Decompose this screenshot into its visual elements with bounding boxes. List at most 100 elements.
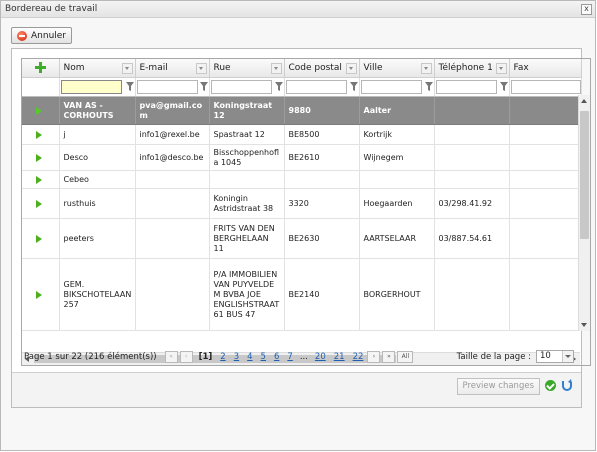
- page-link[interactable]: 22: [353, 352, 364, 362]
- dropdown-icon[interactable]: [345, 63, 357, 74]
- chevron-down-icon[interactable]: [562, 351, 573, 362]
- filter-input-fax[interactable]: [510, 80, 581, 94]
- table-row[interactable]: j info1@rexel.be Spastraat 12 BE8500 Kor…: [22, 124, 582, 145]
- row-action[interactable]: [22, 258, 60, 331]
- play-icon[interactable]: [36, 199, 42, 208]
- col-header-code-postal[interactable]: Code postal: [284, 59, 360, 78]
- filter-input-email[interactable]: [136, 80, 198, 94]
- filter-icon[interactable]: [274, 82, 283, 91]
- cell-email: info1@rexel.be: [135, 124, 210, 145]
- close-button[interactable]: x: [581, 3, 592, 15]
- next-page-button[interactable]: ›: [367, 351, 381, 363]
- row-action[interactable]: [22, 144, 60, 171]
- table-row[interactable]: rusthuis Koningin Astridstraat 38 3320 H…: [22, 188, 582, 219]
- cell-ville: AARTSELAAR: [359, 218, 435, 259]
- pager-ellipsis: ...: [299, 352, 308, 362]
- filter-input-nom[interactable]: [60, 80, 122, 94]
- dropdown-icon[interactable]: [270, 63, 282, 74]
- cell-rue: Koningin Astridstraat 38: [209, 188, 285, 219]
- add-row-cell: [22, 59, 60, 78]
- table-row[interactable]: GEM. BIKSCHOTELAAN 257 P/A IMMOBILIEN VA…: [22, 258, 582, 331]
- dropdown-icon[interactable]: [420, 63, 432, 74]
- save-check-icon[interactable]: [545, 380, 556, 391]
- undo-icon[interactable]: [561, 379, 573, 391]
- filter-input-telephone[interactable]: [435, 80, 497, 94]
- filter-input-ville[interactable]: [360, 80, 422, 94]
- vertical-scrollbar[interactable]: [578, 95, 590, 331]
- cell-nom: VAN AS - CORHOUTS: [59, 96, 136, 125]
- filter-cell-fax: [509, 77, 582, 97]
- filter-row: [22, 77, 582, 97]
- scroll-up-icon[interactable]: [581, 99, 587, 103]
- dropdown-icon[interactable]: [121, 63, 133, 74]
- table-row[interactable]: Desco info1@desco.be Bisschoppenhofla 10…: [22, 144, 582, 171]
- cell-ville: Aalter: [359, 96, 435, 125]
- prev-page-button[interactable]: ‹: [179, 351, 193, 363]
- table-row[interactable]: peeters FRITS VAN DEN BERGHELAAN 11 BE26…: [22, 218, 582, 259]
- cancel-icon: [17, 30, 27, 41]
- table-row[interactable]: Cebeo: [22, 170, 582, 189]
- row-action[interactable]: [22, 124, 60, 145]
- cell-code-postal: 3320: [284, 188, 360, 219]
- dropdown-icon[interactable]: [495, 63, 507, 74]
- play-icon[interactable]: [36, 153, 42, 162]
- row-action[interactable]: [22, 170, 60, 189]
- filter-icon[interactable]: [349, 82, 358, 91]
- filter-input-rue[interactable]: [210, 80, 272, 94]
- last-page-button[interactable]: »: [382, 351, 396, 363]
- play-icon[interactable]: [36, 130, 42, 139]
- col-label: Fax: [513, 63, 529, 73]
- data-grid: Nom E-mail Rue Code postal Ville Télépho…: [21, 58, 591, 366]
- filter-icon[interactable]: [199, 82, 208, 91]
- col-header-fax[interactable]: Fax: [509, 59, 582, 78]
- cell-code-postal: [284, 170, 360, 189]
- play-icon[interactable]: [36, 234, 42, 243]
- col-label: Téléphone 1: [438, 63, 493, 73]
- col-label: Nom: [63, 63, 85, 73]
- dropdown-icon[interactable]: [195, 63, 207, 74]
- page-link[interactable]: 2: [220, 352, 225, 362]
- page-size: Taille de la page : 10: [457, 350, 574, 363]
- page-link[interactable]: 20: [315, 352, 326, 362]
- play-icon[interactable]: [36, 175, 42, 184]
- page-link[interactable]: 6: [274, 352, 279, 362]
- page-link[interactable]: 21: [334, 352, 345, 362]
- filter-spacer: [22, 77, 60, 97]
- toolbar: Annuler: [11, 27, 73, 44]
- title-bar: Bordereau de travail x: [1, 1, 595, 18]
- col-header-ville[interactable]: Ville: [359, 59, 435, 78]
- row-action[interactable]: [22, 96, 60, 125]
- preview-changes-button[interactable]: Preview changes: [456, 378, 540, 395]
- cell-telephone: [434, 258, 510, 331]
- table-row[interactable]: VAN AS - CORHOUTS pva@gmail.com Koningst…: [22, 96, 582, 125]
- cell-code-postal: BE2140: [284, 258, 360, 331]
- col-header-nom[interactable]: Nom: [59, 59, 136, 78]
- scroll-down-icon[interactable]: [581, 323, 587, 327]
- row-action[interactable]: [22, 218, 60, 259]
- filter-icon[interactable]: [125, 82, 134, 91]
- page-link[interactable]: 3: [234, 352, 239, 362]
- cell-fax: [509, 188, 582, 219]
- row-action[interactable]: [22, 188, 60, 219]
- col-header-email[interactable]: E-mail: [135, 59, 210, 78]
- page-link[interactable]: 5: [261, 352, 266, 362]
- first-page-button[interactable]: «: [164, 351, 178, 363]
- filter-icon[interactable]: [424, 82, 433, 91]
- col-header-rue[interactable]: Rue: [209, 59, 285, 78]
- page-link[interactable]: 4: [247, 352, 252, 362]
- filter-input-code-postal[interactable]: [285, 80, 347, 94]
- page-size-select[interactable]: 10: [536, 350, 574, 363]
- show-all-button[interactable]: All: [397, 351, 414, 363]
- cell-nom: rusthuis: [59, 188, 136, 219]
- add-icon[interactable]: [34, 62, 46, 73]
- dialog-window: Bordereau de travail x Annuler Nom E-mai…: [0, 0, 596, 451]
- page-link[interactable]: 7: [287, 352, 292, 362]
- filter-cell-code-postal: [284, 77, 360, 97]
- play-icon[interactable]: [36, 290, 42, 299]
- col-header-telephone[interactable]: Téléphone 1: [434, 59, 510, 78]
- cell-fax: [509, 170, 582, 189]
- filter-icon[interactable]: [499, 82, 508, 91]
- scroll-thumb[interactable]: [580, 111, 589, 239]
- play-icon[interactable]: [36, 106, 42, 115]
- cancel-button[interactable]: Annuler: [11, 27, 73, 44]
